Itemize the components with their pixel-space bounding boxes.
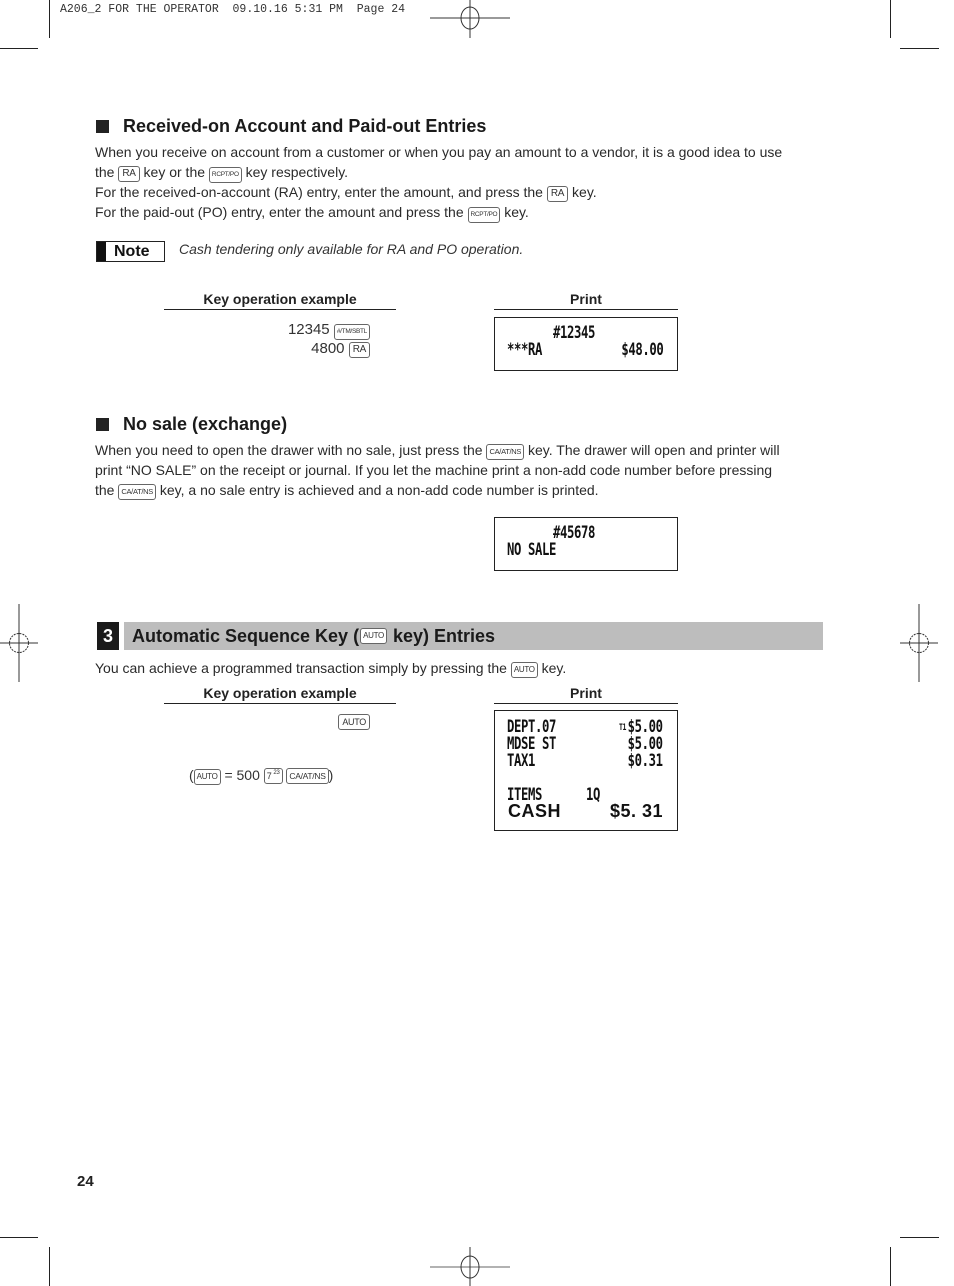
key-operation-line: AUTO	[200, 713, 370, 730]
ra-key-icon: RA	[348, 342, 370, 358]
text: key.	[541, 660, 567, 676]
entry-value: 12345	[287, 321, 330, 338]
section-heading-no-sale: No sale (exchange)	[96, 414, 287, 435]
paren: )	[328, 767, 334, 783]
text: key. The drawer will open and printer wi…	[528, 442, 780, 458]
key-operation-line: 12345 #/TM/SBTL	[200, 321, 370, 340]
no-sale-description: When you need to open the drawer with no…	[95, 441, 830, 500]
receipt-auto: DEPT.07 T1 $5.00 MDSE ST $5.00 TAX1 $0.3…	[494, 710, 678, 831]
text: key or the	[143, 163, 206, 180]
ra-po-description: When you receive on account from a custo…	[95, 143, 830, 223]
square-bullet-icon	[96, 418, 109, 431]
rcpt-po-key-icon: RCPT/PO	[208, 166, 242, 183]
para-line: For the received-on-account (RA) entry, …	[95, 183, 830, 203]
print-header: Print	[494, 291, 678, 310]
text: For the received-on-account (RA) entry, …	[95, 183, 543, 200]
crop-mark	[49, 1247, 50, 1286]
text: When you need to open the drawer with no…	[95, 442, 483, 458]
crop-mark	[900, 1237, 939, 1238]
ra-key-icon: RA	[118, 165, 140, 182]
note-text: Cash tendering only available for RA and…	[179, 241, 524, 257]
text: Automatic Sequence Key (	[132, 625, 360, 646]
text: the	[95, 163, 115, 180]
print-header: Print	[494, 685, 678, 704]
para-line: print “NO SALE” on the receipt or journa…	[95, 461, 830, 481]
receipt-cash-amount: $5. 31	[609, 801, 663, 821]
receipt-ra: #12345 ***RA $48.00	[494, 317, 678, 371]
receipt-line: NO SALE	[507, 540, 557, 560]
note-badge: Note	[96, 241, 165, 262]
note-label: Note	[114, 242, 150, 260]
registration-mark-right	[900, 604, 938, 682]
ca-at-ns-key-icon: CA/AT/NS	[286, 768, 329, 784]
text: = 500	[224, 767, 260, 783]
text: When you receive on account from a custo…	[95, 144, 783, 160]
crop-mark	[0, 48, 38, 49]
crop-mark	[0, 1237, 38, 1238]
text: For the paid-out (PO) entry, enter the a…	[95, 203, 464, 220]
heading-text: Received-on Account and Paid-out Entries	[123, 116, 487, 136]
receipt-amount: $48.00	[620, 340, 663, 360]
key-sup-label: 23	[273, 770, 280, 776]
para-line: the CA/AT/NS key, a no sale entry is ach…	[95, 481, 830, 501]
entry-value: 4800	[311, 340, 345, 357]
key-label: 7	[266, 771, 272, 781]
registration-mark-bottom	[430, 1247, 510, 1286]
rcpt-po-key-icon: RCPT/PO	[467, 206, 501, 223]
text: You can achieve a programmed transaction…	[95, 660, 507, 676]
auto-key-definition: (AUTO = 500 7 23 CA/AT/NS)	[189, 767, 333, 785]
tax-mark: T1	[619, 723, 627, 733]
auto-key-icon: AUTO	[338, 714, 370, 730]
section-heading-ra-po: Received-on Account and Paid-out Entries	[96, 116, 486, 137]
receipt-no-sale: #45678 NO SALE	[494, 517, 678, 571]
para-line: When you need to open the drawer with no…	[95, 441, 830, 461]
text: key respectively.	[245, 163, 349, 180]
receipt-line: ***RA	[507, 340, 543, 360]
receipt-line: TAX1	[507, 751, 536, 771]
crop-mark	[900, 48, 939, 49]
text: key) Entries	[387, 625, 496, 646]
ca-at-ns-key-icon: CA/AT/NS	[118, 483, 156, 500]
ca-at-ns-key-icon: CA/AT/NS	[486, 444, 525, 460]
para-line: the RA key or the RCPT/PO key respective…	[95, 163, 830, 183]
receipt-amount: $0.31	[627, 751, 663, 771]
section-band-auto: 3 Automatic Sequence Key ( AUTO key) Ent…	[97, 622, 823, 650]
crop-mark	[890, 0, 891, 38]
auto-key-icon: AUTO	[360, 628, 387, 644]
text: key, a no sale entry is achieved and a n…	[159, 481, 599, 498]
printer-slug: A206_2 FOR THE OPERATOR 09.10.16 5:31 PM…	[60, 3, 406, 16]
text: print “NO SALE” on the receipt or journa…	[95, 461, 773, 478]
text: key.	[572, 183, 597, 200]
text: the	[95, 481, 115, 498]
text: key.	[504, 203, 529, 220]
receipt-line: #45678	[553, 523, 596, 543]
auto-key-icon: AUTO	[193, 769, 221, 785]
section-number: 3	[97, 622, 119, 650]
key-operation-line: 4800 RA	[200, 340, 370, 358]
auto-key-icon: AUTO	[510, 662, 538, 678]
key-operation-header: Key operation example	[164, 685, 396, 704]
crop-mark	[49, 0, 50, 38]
key-operation-header: Key operation example	[164, 291, 396, 310]
ra-key-icon: RA	[546, 185, 569, 202]
dept-7-key-icon: 7 23	[263, 768, 283, 784]
note-bar-icon	[97, 242, 106, 261]
receipt-items-value: 1Q	[586, 785, 601, 805]
section-title: Automatic Sequence Key ( AUTO key) Entri…	[124, 622, 823, 650]
tm-sbtl-key-icon: #/TM/SBTL	[333, 324, 370, 340]
paren: (	[189, 767, 194, 783]
registration-mark-top	[430, 0, 510, 38]
auto-description: You can achieve a programmed transaction…	[95, 659, 830, 679]
square-bullet-icon	[96, 120, 109, 133]
receipt-line: #12345	[553, 323, 596, 343]
registration-mark-left	[0, 604, 38, 682]
para-line: When you receive on account from a custo…	[95, 143, 830, 163]
crop-mark	[890, 1247, 891, 1286]
heading-text: No sale (exchange)	[123, 414, 288, 434]
page-number: 24	[77, 1173, 94, 1190]
para-line: For the paid-out (PO) entry, enter the a…	[95, 203, 830, 223]
receipt-cash-label: CASH	[508, 801, 562, 821]
